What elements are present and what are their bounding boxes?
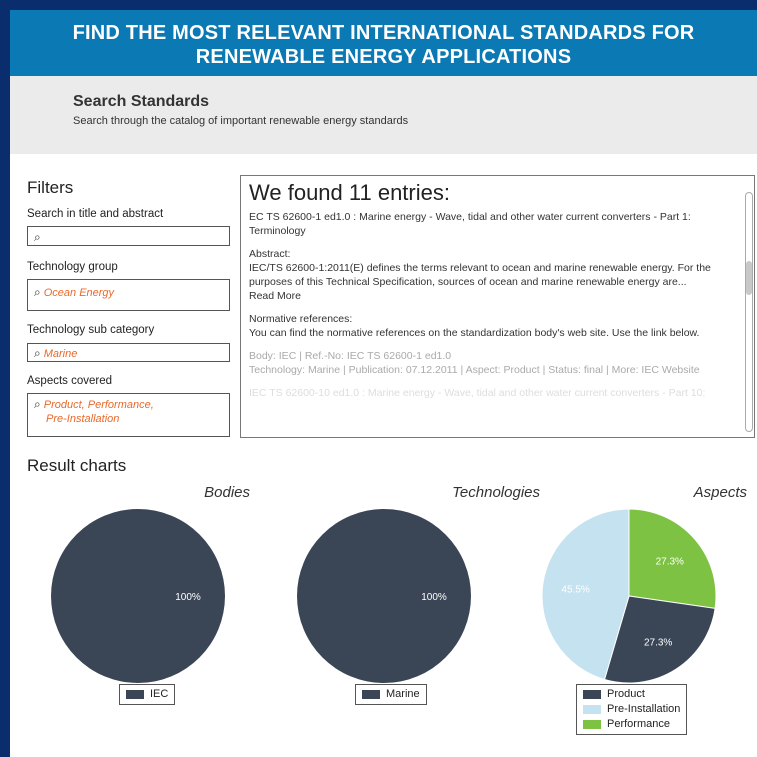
page-frame: FIND THE MOST RELEVANT INTERNATIONAL STA… [10,10,757,757]
result-charts: Bodies 100% Technologies 100% Aspects 27.3% 27… [51,484,748,684]
legend-item[interactable]: Pre-Installation [583,702,680,717]
legend-item[interactable]: Product [583,687,680,702]
pie-value-label: 27.3% [656,557,684,568]
abstract-label: Abstract: [249,248,291,260]
aspects-value-line-1: Product, Performance, [43,399,154,411]
read-more-link[interactable]: Read More [249,290,301,302]
legend-swatch [362,689,380,699]
result-charts-title: Result charts [27,456,127,475]
abstract-text: IEC/TS 62600-1:2011(E) defines the terms… [249,262,711,288]
pie-value-label: 100% [421,592,447,603]
chart-title-technologies: Technologies [452,484,540,501]
normative-text: You can find the normative references on… [249,327,700,339]
technology-sub-category-label: Technology sub category [27,324,155,336]
pie-value-label: 27.3% [644,637,672,648]
chart-legend-bodies: IEC [119,684,176,705]
search-icon: ⌕ [34,285,41,299]
legend-swatch [583,689,601,699]
search-header: Search Standards Search through the cata… [10,76,757,154]
aspects-covered-label: Aspects covered [27,375,113,387]
search-field-label: Search in title and abstract [27,208,164,220]
entry-meta-2[interactable]: Technology: Marine | Publication: 07.12.… [249,364,700,376]
banner-line-1: FIND THE MOST RELEVANT INTERNATIONAL STA… [72,22,695,44]
technology-sub-category-value: Marine [43,348,78,360]
technology-group-label: Technology group [27,261,118,273]
results-list: EC TS 62600-1 ed1.0 : Marine energy - Wa… [249,210,741,409]
filters-title: Filters [27,178,74,197]
legend-label: Pre-Installation [607,703,681,715]
search-title: Search Standards [73,93,210,110]
technology-group-value: Ocean Energy [43,287,115,299]
legend-item[interactable]: Performance [583,717,680,732]
chart-legend-technologies: Marine [355,684,427,705]
banner-line-2: RENEWABLE ENERGY APPLICATIONS [195,46,572,68]
pie-value-label: 45.5% [561,584,589,595]
page-banner: FIND THE MOST RELEVANT INTERNATIONAL STA… [10,10,757,76]
technology-group-select[interactable]: ⌕ Ocean Energy [27,279,230,311]
pie-value-label: 100% [175,592,201,603]
chart-title-bodies: Bodies [204,484,250,501]
legend-item[interactable]: Marine [362,687,420,702]
legend-label: Product [607,688,645,700]
technology-sub-category-select[interactable]: ⌕ Marine [27,343,230,362]
legend-swatch [583,719,601,729]
search-icon: ⌕ [34,397,41,411]
entry-meta-1: Body: IEC | Ref.-No: IEC TS 62600-1 ed1.… [249,350,452,362]
legend-swatch [126,689,144,699]
results-heading: We found 11 entries: [249,180,450,205]
legend-label: Marine [386,688,420,700]
legend-swatch [583,704,601,714]
legend-label: IEC [150,688,169,700]
next-entry-title[interactable]: IEC TS 62600-10 ed1.0 : Marine energy - … [249,386,741,400]
search-icon: ⌕ [34,230,41,244]
search-input[interactable]: ⌕ [27,226,230,246]
results-scrollbar[interactable] [745,192,753,432]
chart-legend-aspects: Product Pre-Installation Performance [576,684,688,735]
results-panel[interactable]: We found 11 entries: EC TS 62600-1 ed1.0… [240,175,755,438]
legend-label: Performance [607,718,670,730]
results-scrollbar-thumb[interactable] [746,261,752,295]
legend-item[interactable]: IEC [126,687,168,702]
aspects-value-line-2: Pre-Installation [46,413,120,425]
entry-title[interactable]: EC TS 62600-1 ed1.0 : Marine energy - Wa… [249,210,741,238]
search-icon: ⌕ [34,346,41,360]
aspects-covered-select[interactable]: ⌕ Product, Performance, Pre-Installation [27,393,230,437]
search-subtitle: Search through the catalog of important … [73,115,409,127]
chart-title-aspects: Aspects [693,484,748,501]
normative-label: Normative references: [249,313,353,325]
